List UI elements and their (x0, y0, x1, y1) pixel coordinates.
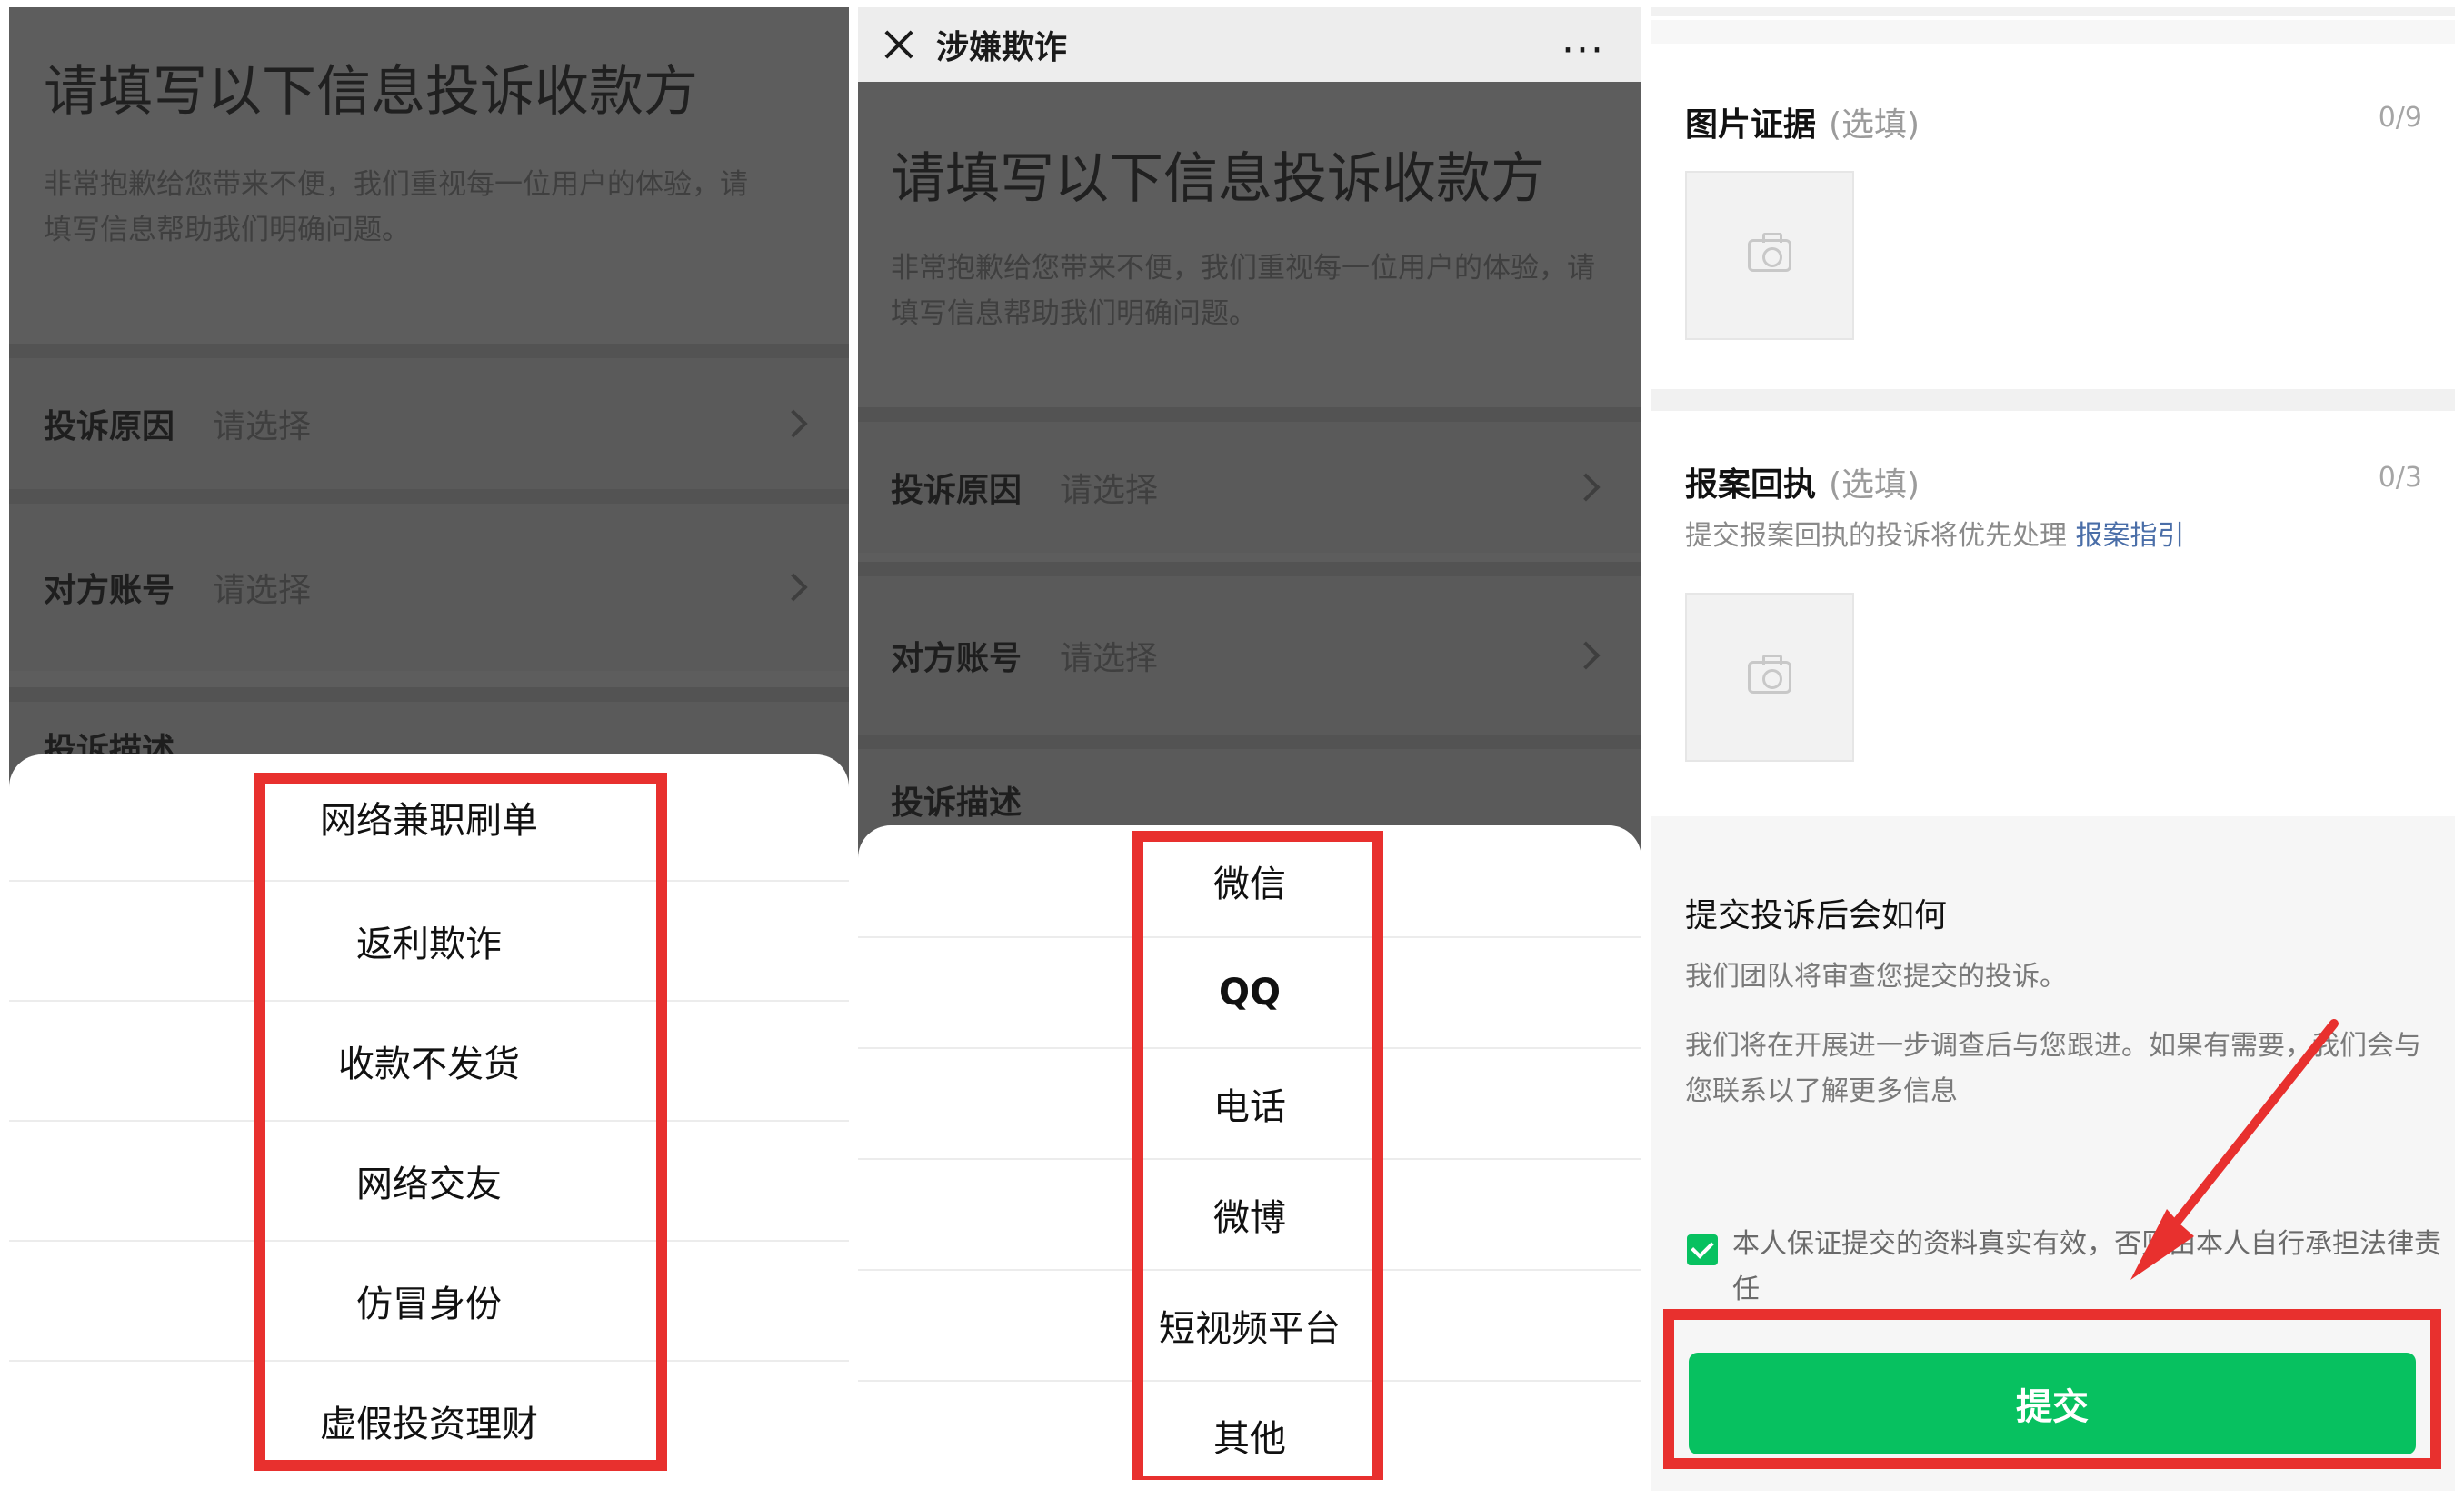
counterparty-account-label: 对方账号 (44, 572, 175, 609)
chevron-right-icon (1571, 473, 1601, 502)
photo-evidence-title: 图片证据 (选填) (1685, 98, 1920, 145)
complaint-reason-label: 投诉原因 (891, 472, 1023, 509)
agree-checkbox[interactable] (1687, 1234, 1718, 1265)
counterparty-account-value: 请选择 (213, 572, 312, 609)
account-picker-screen: 涉嫌欺诈 ··· 请填写以下信息投诉收款方 非常抱歉给您带来不便，我们重视每一位… (858, 7, 1641, 1480)
evidence-submit-screen: 图片证据 (选填) 0/9 报案回执 (选填) 0/3 提交报案回执的投诉将优先处理… (1651, 7, 2455, 1491)
receipt-hint: 提交报案回执的投诉将优先处理 报案指引 (1685, 513, 2185, 553)
description-line: 填写信息帮助我们明确问题。 (891, 297, 1257, 330)
complaint-reason-row[interactable]: 投诉原因 请选择 (858, 407, 1641, 553)
police-receipt-title: 报案回执 (选填) (1685, 458, 1920, 505)
complaint-reason-row[interactable]: 投诉原因 请选择 (9, 344, 849, 489)
more-icon[interactable]: ··· (1561, 27, 1605, 74)
counterparty-account-label: 对方账号 (891, 640, 1023, 677)
police-receipt-label: 报案回执 (1685, 466, 1817, 504)
page-title: 请填写以下信息投诉收款方 (44, 60, 698, 124)
report-guide-link[interactable]: 报案指引 (2076, 520, 2185, 552)
counterparty-account-row[interactable]: 对方账号 请选择 (858, 562, 1641, 735)
camera-icon (1748, 233, 1791, 272)
highlight-box (254, 773, 667, 1471)
info-text: 我们将在开展进一步调查后与您跟进。如果有需要，我们会与您联系以了解更多信息 (1685, 1030, 2421, 1107)
page-description: 非常抱歉给您带来不便，我们重视每一位用户的体验，请 填写信息帮助我们明确问题。 (44, 162, 748, 253)
description-line: 非常抱歉给您带来不便，我们重视每一位用户的体验，请 (44, 168, 748, 201)
description-line: 非常抱歉给您带来不便，我们重视每一位用户的体验，请 (891, 252, 1595, 285)
nav-bar: 涉嫌欺诈 ··· (858, 7, 1641, 82)
camera-icon (1748, 655, 1791, 694)
photo-upload-button[interactable] (1685, 171, 1854, 340)
divider (1651, 389, 2455, 411)
info-text: 我们团队将审查您提交的投诉。 (1685, 961, 2067, 993)
counterparty-account-value: 请选择 (1060, 640, 1159, 677)
receipt-upload-button[interactable] (1685, 593, 1854, 762)
page-title: 请填写以下信息投诉收款方 (891, 147, 1545, 211)
complaint-description-label: 投诉描述 (891, 784, 1023, 822)
chevron-right-icon (779, 409, 808, 438)
highlight-box (1663, 1309, 2441, 1469)
receipt-hint-text: 提交报案回执的投诉将优先处理 (1685, 520, 2067, 552)
divider (1651, 7, 2455, 16)
photo-count: 0/9 (2378, 102, 2422, 134)
receipt-count: 0/3 (2378, 462, 2422, 494)
optional-tag: (选填) (1829, 466, 1920, 504)
chevron-right-icon (1571, 641, 1601, 670)
divider (1651, 20, 2455, 44)
photo-evidence-label: 图片证据 (1685, 106, 1817, 144)
reason-picker-screen: 请填写以下信息投诉收款方 非常抱歉给您带来不便，我们重视每一位用户的体验，请 填… (9, 7, 849, 1480)
complaint-reason-value: 请选择 (1060, 472, 1159, 509)
description-line: 填写信息帮助我们明确问题。 (44, 214, 410, 246)
counterparty-account-row[interactable]: 对方账号 请选择 (9, 489, 849, 671)
info-title: 提交投诉后会如何 (1685, 897, 1948, 934)
highlight-box (1132, 831, 1383, 1480)
close-icon[interactable] (883, 29, 914, 60)
chevron-right-icon (779, 573, 808, 602)
complaint-reason-value: 请选择 (213, 408, 312, 445)
page-description: 非常抱歉给您带来不便，我们重视每一位用户的体验，请 填写信息帮助我们明确问题。 (891, 245, 1595, 336)
agree-text: 本人保证提交的资料真实有效，否则由本人自行承担法律责任 (1732, 1228, 2441, 1305)
optional-tag: (选填) (1829, 106, 1920, 144)
nav-title: 涉嫌欺诈 (936, 29, 1068, 66)
complaint-reason-label: 投诉原因 (44, 408, 175, 445)
